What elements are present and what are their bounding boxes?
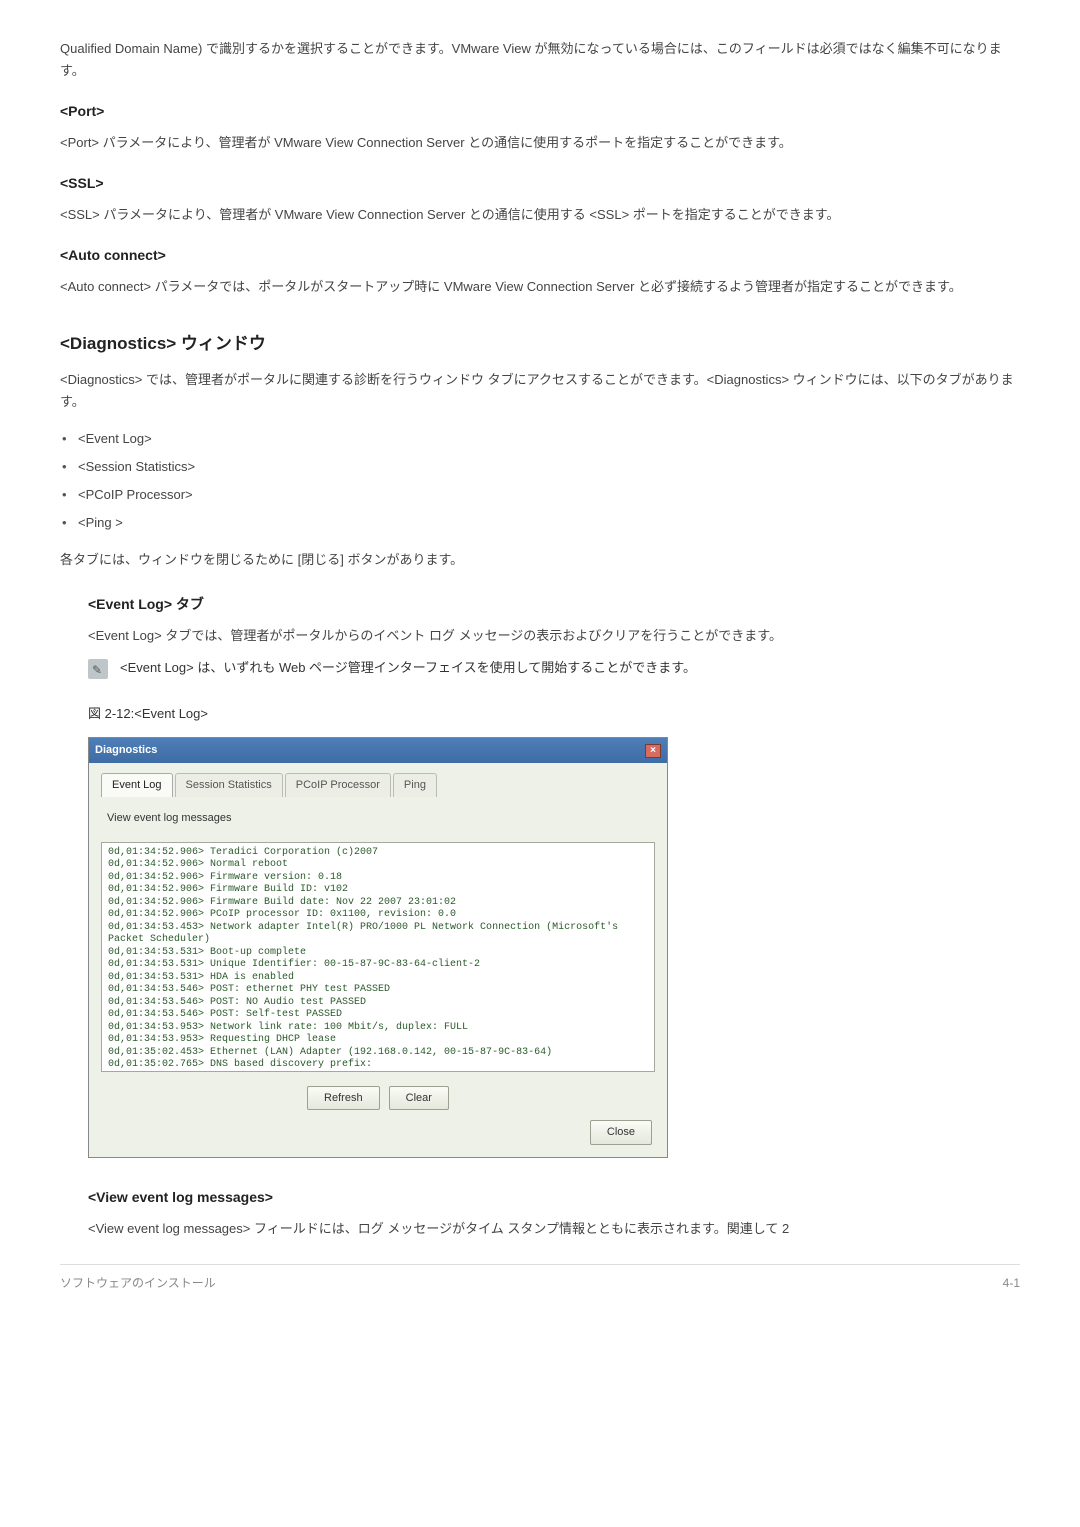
close-button[interactable]: Close bbox=[590, 1120, 652, 1145]
tab-event-log[interactable]: Event Log bbox=[101, 773, 173, 797]
refresh-button[interactable]: Refresh bbox=[307, 1086, 380, 1111]
diagnostics-tab-list: <Event Log> <Session Statistics> <PCoIP … bbox=[60, 425, 1020, 537]
diagnostics-tabnote: 各タブには、ウィンドウを閉じるために [閉じる] ボタンがあります。 bbox=[60, 549, 1020, 571]
autoconnect-text: <Auto connect> パラメータでは、ポータルがスタートアップ時に VM… bbox=[60, 276, 1020, 298]
dialog-title-text: Diagnostics bbox=[95, 741, 157, 760]
autoconnect-heading: <Auto connect> bbox=[60, 244, 1020, 268]
close-icon[interactable]: × bbox=[645, 744, 661, 758]
dialog-close-row: Close bbox=[101, 1120, 655, 1145]
event-log-textarea[interactable]: 0d,01:34:52.906> Teradici Corporation (c… bbox=[101, 842, 655, 1072]
footer-right: 4-1 bbox=[1003, 1273, 1020, 1293]
diagnostics-intro: <Diagnostics> では、管理者がポータルに関連する診断を行うウィンドウ… bbox=[60, 369, 1020, 413]
tab-ping[interactable]: Ping bbox=[393, 773, 437, 797]
note-icon bbox=[88, 659, 108, 679]
intro-paragraph: Qualified Domain Name) で識別するかを選択することができま… bbox=[60, 38, 1020, 82]
page-footer: ソフトウェアのインストール 4-1 bbox=[60, 1264, 1020, 1293]
note-text: <Event Log> は、いずれも Web ページ管理インターフェイスを使用し… bbox=[120, 657, 696, 679]
dialog-body: Event Log Session Statistics PCoIP Proce… bbox=[89, 763, 667, 1157]
dialog-tabs: Event Log Session Statistics PCoIP Proce… bbox=[101, 773, 655, 797]
clear-button[interactable]: Clear bbox=[389, 1086, 449, 1111]
eventlog-intro: <Event Log> タブでは、管理者がポータルからのイベント ログ メッセー… bbox=[60, 625, 1020, 647]
view-messages-heading: <View event log messages> bbox=[88, 1186, 1020, 1210]
dialog-titlebar: Diagnostics × bbox=[89, 738, 667, 763]
list-item: <Event Log> bbox=[60, 425, 1020, 453]
figure-caption: 図 2-12:<Event Log> bbox=[88, 703, 1020, 725]
list-item: <Session Statistics> bbox=[60, 453, 1020, 481]
view-event-log-label: View event log messages bbox=[107, 809, 655, 828]
ssl-heading: <SSL> bbox=[60, 172, 1020, 196]
list-item: <Ping > bbox=[60, 509, 1020, 537]
tab-pcoip-processor[interactable]: PCoIP Processor bbox=[285, 773, 391, 797]
dialog-button-row: Refresh Clear bbox=[101, 1086, 655, 1111]
diagnostics-dialog: Diagnostics × Event Log Session Statisti… bbox=[88, 737, 668, 1157]
view-messages-text: <View event log messages> フィールドには、ログ メッセ… bbox=[60, 1218, 1020, 1240]
tab-session-statistics[interactable]: Session Statistics bbox=[175, 773, 283, 797]
note: <Event Log> は、いずれも Web ページ管理インターフェイスを使用し… bbox=[88, 657, 1020, 679]
footer-left: ソフトウェアのインストール bbox=[60, 1273, 216, 1293]
list-item: <PCoIP Processor> bbox=[60, 481, 1020, 509]
eventlog-heading: <Event Log> タブ bbox=[60, 593, 1020, 617]
port-heading: <Port> bbox=[60, 100, 1020, 124]
diagnostics-heading: <Diagnostics> ウィンドウ bbox=[60, 330, 1020, 359]
ssl-text: <SSL> パラメータにより、管理者が VMware View Connecti… bbox=[60, 204, 1020, 226]
port-text: <Port> パラメータにより、管理者が VMware View Connect… bbox=[60, 132, 1020, 154]
